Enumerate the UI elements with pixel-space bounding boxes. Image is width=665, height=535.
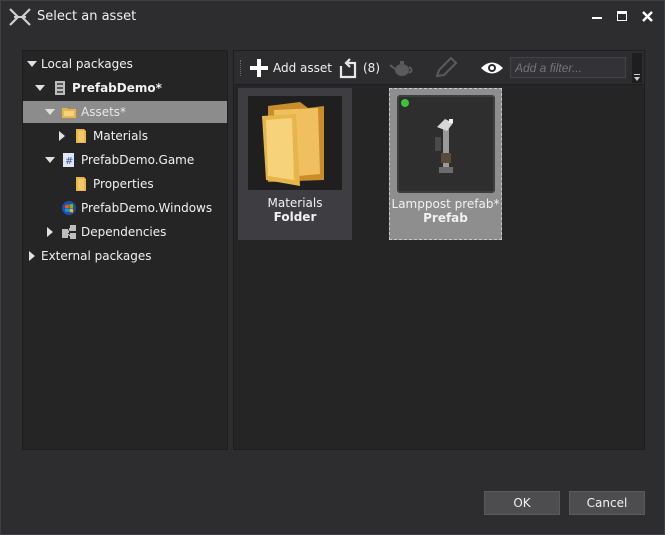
tree-item-label: Properties — [93, 177, 154, 191]
tree-item-label: Dependencies — [81, 225, 167, 239]
folder-icon — [76, 177, 86, 191]
window-title: Select an asset — [37, 9, 137, 24]
collapsed-arrow-icon[interactable] — [44, 226, 56, 238]
title-bar: Select an asset — [1, 1, 664, 33]
csharp-project-icon: # — [63, 153, 74, 167]
tree-item-label: PrefabDemo.Game — [81, 153, 195, 167]
maximize-button[interactable] — [613, 7, 631, 25]
expanded-arrow-icon[interactable] — [44, 106, 56, 118]
teapot-button[interactable] — [389, 57, 415, 79]
tree-item-dependencies[interactable]: Dependencies — [23, 221, 227, 243]
tree-item-label: Materials — [93, 129, 149, 143]
ok-button[interactable]: OK — [484, 491, 560, 515]
expanded-arrow-icon[interactable] — [44, 154, 56, 166]
asset-tile-materials[interactable]: Materials Folder — [238, 88, 352, 240]
asset-type: Prefab — [423, 211, 468, 225]
tree-item-label: Local packages — [41, 57, 133, 71]
chevron-down-icon — [634, 74, 640, 81]
tree-item-prefabdemo[interactable]: PrefabDemo* — [23, 77, 227, 99]
folder-icon — [76, 129, 86, 143]
package-icon — [55, 81, 65, 95]
asset-type: Folder — [273, 210, 317, 224]
eye-icon — [481, 62, 503, 74]
tree-item-materials[interactable]: Materials — [23, 125, 227, 147]
undo-history-button[interactable]: (8) — [337, 57, 380, 79]
pencil-icon — [435, 57, 458, 78]
select-asset-dialog: Select an asset Local packages PrefabDem… — [0, 0, 665, 535]
tree-item-prefabdemo-game[interactable]: # PrefabDemo.Game — [23, 149, 227, 171]
close-button[interactable] — [638, 7, 656, 25]
collapsed-arrow-icon[interactable] — [56, 130, 68, 142]
collapsed-arrow-icon[interactable] — [26, 250, 38, 262]
toolbar-overflow-button[interactable] — [632, 53, 642, 83]
asset-tile-lamppost-prefab[interactable]: Lamppost prefab* Prefab — [389, 88, 502, 240]
tree-item-label: PrefabDemo* — [72, 81, 162, 95]
tree-item-local-packages[interactable]: Local packages — [23, 53, 227, 75]
plus-icon — [250, 59, 268, 77]
filter-input[interactable] — [510, 57, 626, 78]
assets-folder-icon — [62, 108, 76, 118]
maximize-icon — [617, 11, 627, 21]
tree-item-label: PrefabDemo.Windows — [81, 201, 213, 215]
asset-name: Materials — [267, 196, 323, 210]
tree-item-external-packages[interactable]: External packages — [23, 245, 227, 267]
expanded-arrow-icon[interactable] — [26, 58, 38, 70]
package-tree[interactable]: Local packages PrefabDemo* Assets* Mater… — [22, 50, 228, 450]
asset-name: Lamppost prefab* — [391, 197, 500, 211]
tree-item-label: Assets* — [81, 105, 127, 119]
tree-item-prefabdemo-windows[interactable]: PrefabDemo.Windows — [23, 197, 227, 219]
status-indicator — [400, 99, 409, 107]
add-asset-label: Add asset — [273, 61, 332, 75]
close-icon — [641, 10, 653, 22]
asset-toolbar: Add asset (8) — [234, 51, 644, 85]
view-options-button[interactable] — [480, 57, 504, 79]
cancel-button[interactable]: Cancel — [569, 491, 645, 515]
tree-item-assets[interactable]: Assets* — [23, 101, 227, 123]
xenko-logo-icon — [9, 8, 31, 26]
folder-thumbnail-icon — [246, 94, 344, 192]
windows-project-icon — [62, 201, 76, 215]
minimize-icon — [592, 17, 602, 19]
edit-button[interactable] — [434, 57, 458, 79]
add-asset-button[interactable]: Add asset — [249, 57, 332, 79]
tree-item-label: External packages — [41, 249, 152, 263]
undo-history-icon — [339, 58, 357, 79]
dependencies-icon — [62, 225, 76, 239]
undo-count: (8) — [363, 61, 380, 75]
toolbar-grip[interactable] — [240, 60, 243, 76]
tree-item-properties[interactable]: Properties — [23, 173, 227, 195]
teapot-icon — [389, 61, 413, 76]
lamppost-thumbnail — [396, 95, 495, 193]
minimize-button[interactable] — [588, 7, 606, 25]
svg-text:#: # — [65, 156, 73, 167]
expanded-arrow-icon[interactable] — [34, 82, 46, 94]
